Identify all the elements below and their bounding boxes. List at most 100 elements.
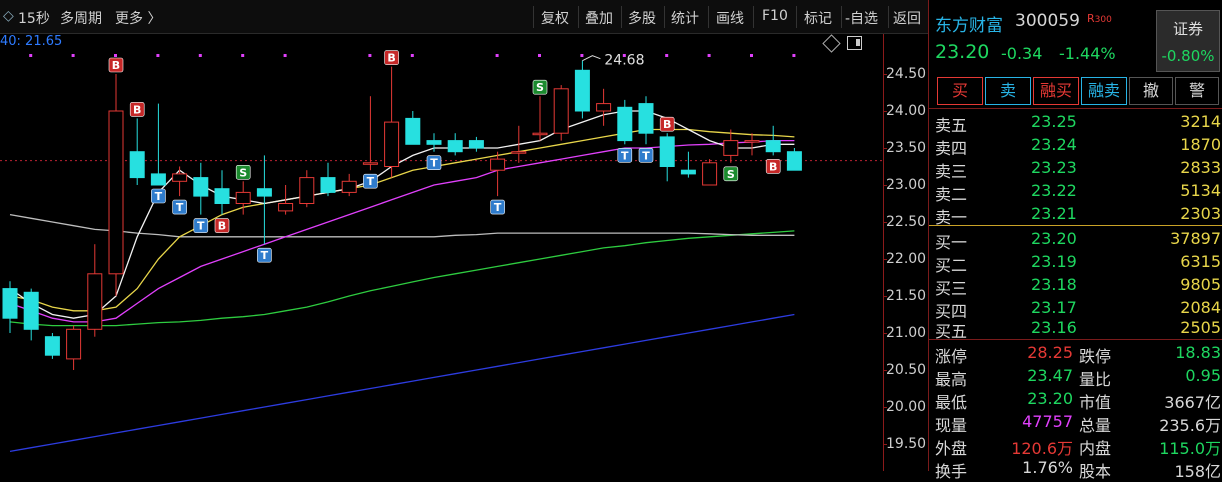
stat-row: 最高 23.47 量比 0.95 bbox=[929, 364, 1222, 389]
stat-row: 外盘 120.6万 内盘 115.0万 bbox=[929, 433, 1222, 458]
candle-body bbox=[256, 188, 272, 197]
bid-volume: 37897 bbox=[1170, 229, 1221, 248]
signal-marker-label: T bbox=[176, 201, 184, 214]
candle-body bbox=[299, 177, 315, 205]
ma-line-magenta bbox=[9, 139, 795, 323]
signal-marker-label: B bbox=[112, 59, 120, 72]
toolbar-divider bbox=[708, 6, 709, 28]
signal-dot bbox=[707, 54, 711, 57]
f10-button[interactable]: F10 bbox=[762, 8, 788, 24]
more-button[interactable]: 更多 〉 bbox=[115, 8, 161, 28]
stat-row: 换手 1.76% 股本 158亿 bbox=[929, 456, 1222, 481]
r-tag: R bbox=[1087, 12, 1095, 25]
collapse-icon[interactable]: ◇ bbox=[3, 8, 14, 24]
max-pointer bbox=[582, 55, 601, 62]
signal-dot bbox=[283, 54, 287, 57]
signal-dot bbox=[495, 54, 499, 57]
r-badge: R300 bbox=[1087, 12, 1112, 25]
price-tick bbox=[883, 370, 887, 371]
price-tick bbox=[883, 111, 887, 112]
adjust-button[interactable]: 复权 bbox=[541, 8, 569, 28]
price-tick bbox=[883, 333, 887, 334]
bid-volume: 9805 bbox=[1180, 275, 1221, 294]
ask-row[interactable]: 卖三 23.23 2833 bbox=[929, 156, 1222, 181]
r-number: 300 bbox=[1094, 15, 1112, 25]
statistics-button[interactable]: 统计 bbox=[671, 8, 699, 28]
price-tick-label: 20.00 bbox=[886, 399, 927, 415]
candle-body bbox=[66, 328, 82, 360]
bid-row[interactable]: 买一 23.20 37897 bbox=[929, 227, 1222, 252]
price-axis-line bbox=[883, 34, 884, 471]
ask-row[interactable]: 卖一 23.21 2303 bbox=[929, 202, 1222, 227]
margin-sell-button[interactable]: 融卖 bbox=[1081, 77, 1127, 105]
candle-body bbox=[532, 132, 548, 136]
price-tick-label: 22.50 bbox=[886, 214, 927, 230]
sector-change: -0.80% bbox=[1161, 47, 1215, 65]
price-tick-label: 22.00 bbox=[886, 251, 927, 267]
candle-body bbox=[511, 151, 527, 154]
bid-row[interactable]: 买二 23.19 6315 bbox=[929, 250, 1222, 275]
candle-body bbox=[362, 162, 378, 165]
ask-volume: 1870 bbox=[1180, 135, 1221, 154]
ask-row[interactable]: 卖五 23.25 3214 bbox=[929, 110, 1222, 135]
signal-marker-label: T bbox=[430, 157, 438, 170]
sell-button[interactable]: 卖 bbox=[985, 77, 1031, 105]
ask-volume: 5134 bbox=[1180, 181, 1221, 200]
signal-dot bbox=[29, 54, 33, 57]
period-15s-button[interactable]: 15秒 bbox=[18, 8, 50, 28]
back-button[interactable]: 返回 bbox=[893, 8, 921, 28]
overlay-button[interactable]: 叠加 bbox=[585, 8, 613, 28]
buy-button[interactable]: 买 bbox=[937, 77, 983, 105]
kline-chart[interactable]: BBTTT BSTTBTTST TBSB24.68 bbox=[0, 34, 883, 471]
ask-volume: 3214 bbox=[1180, 112, 1221, 131]
candle-body bbox=[150, 173, 166, 186]
price-tick-label: 24.00 bbox=[886, 103, 927, 119]
mark-button[interactable]: 标记 bbox=[804, 8, 832, 28]
price-tick-label: 20.50 bbox=[886, 362, 927, 378]
signal-dot bbox=[368, 54, 372, 57]
stat-row: 最低 23.20 市值 3667亿 bbox=[929, 387, 1222, 412]
stock-code: 300059 bbox=[1015, 11, 1080, 31]
spread-divider bbox=[929, 225, 1222, 226]
chart-toolbar: ◇ 15秒 多周期 更多 〉 复权 叠加 多股 统计 画线 F10 标记 -自选… bbox=[0, 0, 928, 34]
candle-body bbox=[596, 103, 612, 112]
candle-body bbox=[405, 117, 421, 145]
signal-dot bbox=[71, 54, 75, 57]
price-tick bbox=[883, 148, 887, 149]
bid-row[interactable]: 买三 23.18 9805 bbox=[929, 273, 1222, 298]
price-tick bbox=[883, 296, 887, 297]
ma-line-green bbox=[9, 230, 795, 327]
candle-body bbox=[680, 169, 696, 175]
candle-body bbox=[235, 191, 251, 204]
stat-label: 股本 bbox=[1079, 462, 1112, 481]
divider bbox=[929, 339, 1222, 340]
stat-row: 现量 47757 总量 235.6万 bbox=[929, 410, 1222, 435]
candle-body bbox=[702, 162, 718, 186]
signal-marker-label: T bbox=[642, 149, 650, 162]
ask-row[interactable]: 卖四 23.24 1870 bbox=[929, 133, 1222, 158]
stock-name[interactable]: 东方财富 bbox=[935, 11, 1003, 36]
quote-panel: 东方财富 300059 R300 23.20 -0.34 -1.44% 证券 -… bbox=[928, 0, 1222, 481]
remove-watchlist-button[interactable]: -自选 bbox=[845, 8, 878, 28]
sector-box[interactable]: 证券 -0.80% bbox=[1156, 10, 1220, 72]
candle-body bbox=[320, 177, 336, 193]
last-price: 23.20 bbox=[935, 41, 990, 63]
ask-volume: 2833 bbox=[1180, 158, 1221, 177]
alert-button[interactable]: 警 bbox=[1175, 77, 1219, 105]
signal-marker-label: T bbox=[367, 175, 375, 188]
bid-row[interactable]: 买五 23.16 2505 bbox=[929, 316, 1222, 341]
cancel-order-button[interactable]: 撤 bbox=[1129, 77, 1173, 105]
ask-price: 23.25 bbox=[1031, 112, 1077, 131]
price-tick bbox=[883, 222, 887, 223]
bid-volume: 6315 bbox=[1180, 252, 1221, 271]
ask-row[interactable]: 卖二 23.22 5134 bbox=[929, 179, 1222, 204]
multi-stock-button[interactable]: 多股 bbox=[628, 8, 656, 28]
stat-value: 47757 bbox=[1022, 412, 1073, 431]
signal-marker-label: T bbox=[621, 149, 629, 162]
draw-line-button[interactable]: 画线 bbox=[716, 8, 744, 28]
candle-body bbox=[723, 140, 739, 156]
margin-buy-button[interactable]: 融买 bbox=[1033, 77, 1079, 105]
price-tick-label: 23.50 bbox=[886, 140, 927, 156]
multi-period-button[interactable]: 多周期 bbox=[60, 8, 102, 28]
price-tick-label: 21.50 bbox=[886, 288, 927, 304]
